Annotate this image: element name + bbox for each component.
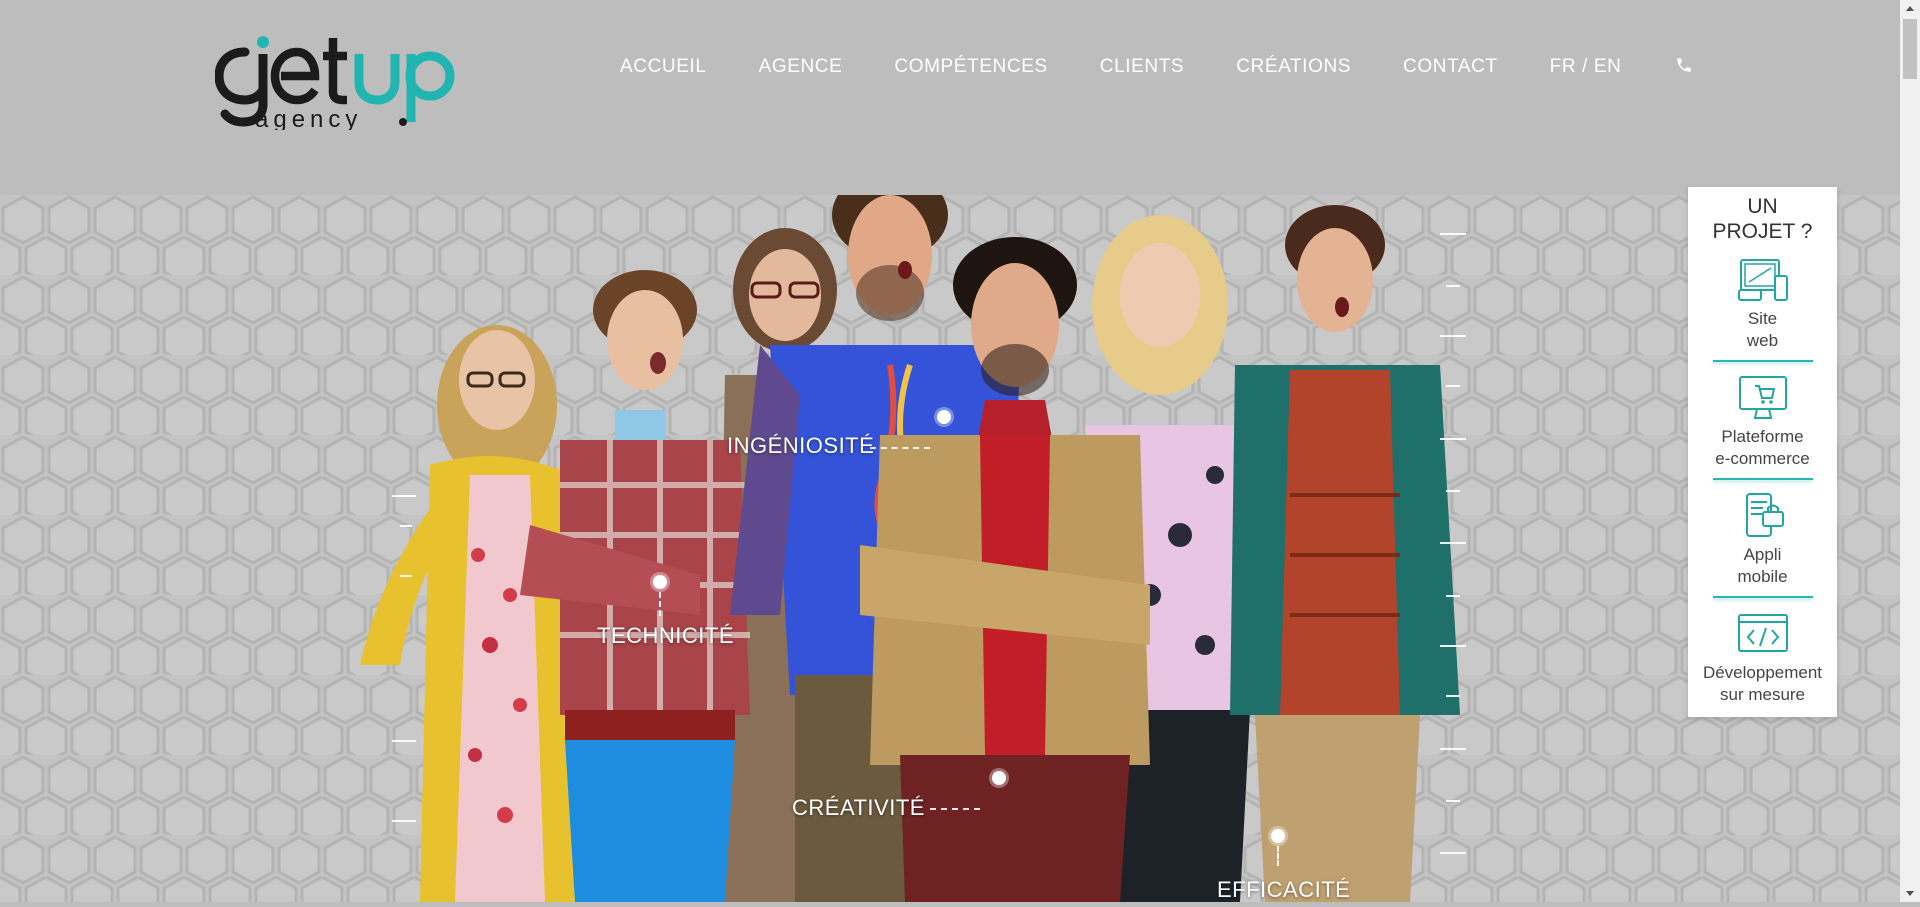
label-technicite: TECHNICITÉ	[597, 623, 734, 648]
nav-clients[interactable]: CLIENTS	[1100, 56, 1184, 78]
code-window-icon	[1737, 614, 1788, 652]
ingeniosite-marker	[937, 410, 951, 424]
scroll-down-arrow-icon[interactable]	[1900, 885, 1920, 902]
technicite-marker	[653, 575, 667, 589]
efficacite-marker	[1271, 829, 1285, 843]
project-appli-mobile[interactable]: Appli mobile	[1688, 480, 1837, 598]
getup-agency-logo[interactable]: agency	[215, 30, 455, 130]
scrollbar-thumb[interactable]	[1903, 19, 1917, 79]
svg-text:agency: agency	[255, 106, 362, 130]
ecommerce-monitor-icon	[1738, 376, 1787, 419]
label-efficacite: EFFICACITÉ	[1217, 877, 1351, 902]
project-plateforme-ecommerce[interactable]: Plateforme e-commerce	[1688, 362, 1837, 480]
site-header: agency ACCUEIL AGENCE COMPÉTENCES CLIENT…	[0, 0, 1900, 150]
team-group-photo	[360, 195, 1460, 902]
nav-agence[interactable]: AGENCE	[759, 56, 843, 78]
devices-icon	[1737, 259, 1788, 301]
project-developpement-sur-mesure[interactable]: Développement sur mesure	[1688, 598, 1837, 706]
hero-banner: INGÉNIOSITÉ TECHNICITÉ CRÉATIVITÉ EFFICA…	[0, 195, 1900, 902]
project-site-web[interactable]: Site web	[1688, 244, 1837, 362]
scroll-up-arrow-icon[interactable]	[1900, 0, 1920, 17]
main-navigation: ACCUEIL AGENCE COMPÉTENCES CLIENTS CRÉAT…	[620, 56, 1697, 78]
page-scrollbar[interactable]	[1900, 0, 1920, 902]
mobile-app-icon	[1745, 493, 1784, 537]
panel-title: UN PROJET ?	[1712, 195, 1813, 243]
nav-contact[interactable]: CONTACT	[1403, 56, 1498, 78]
label-ingeniosite: INGÉNIOSITÉ	[727, 433, 875, 458]
language-switcher[interactable]: FR / EN	[1550, 56, 1622, 78]
nav-accueil[interactable]: ACCUEIL	[620, 56, 707, 78]
logo-icon: agency	[215, 36, 455, 130]
phone-icon[interactable]	[1675, 56, 1697, 78]
nav-competences[interactable]: COMPÉTENCES	[894, 56, 1047, 78]
creativite-marker	[992, 771, 1006, 785]
nav-creations[interactable]: CRÉATIONS	[1236, 56, 1351, 78]
project-request-panel: UN PROJET ? Site web Plateforme e-commerce	[1688, 187, 1837, 717]
label-creativite: CRÉATIVITÉ	[792, 795, 925, 820]
page-viewport: agency ACCUEIL AGENCE COMPÉTENCES CLIENT…	[0, 0, 1900, 902]
